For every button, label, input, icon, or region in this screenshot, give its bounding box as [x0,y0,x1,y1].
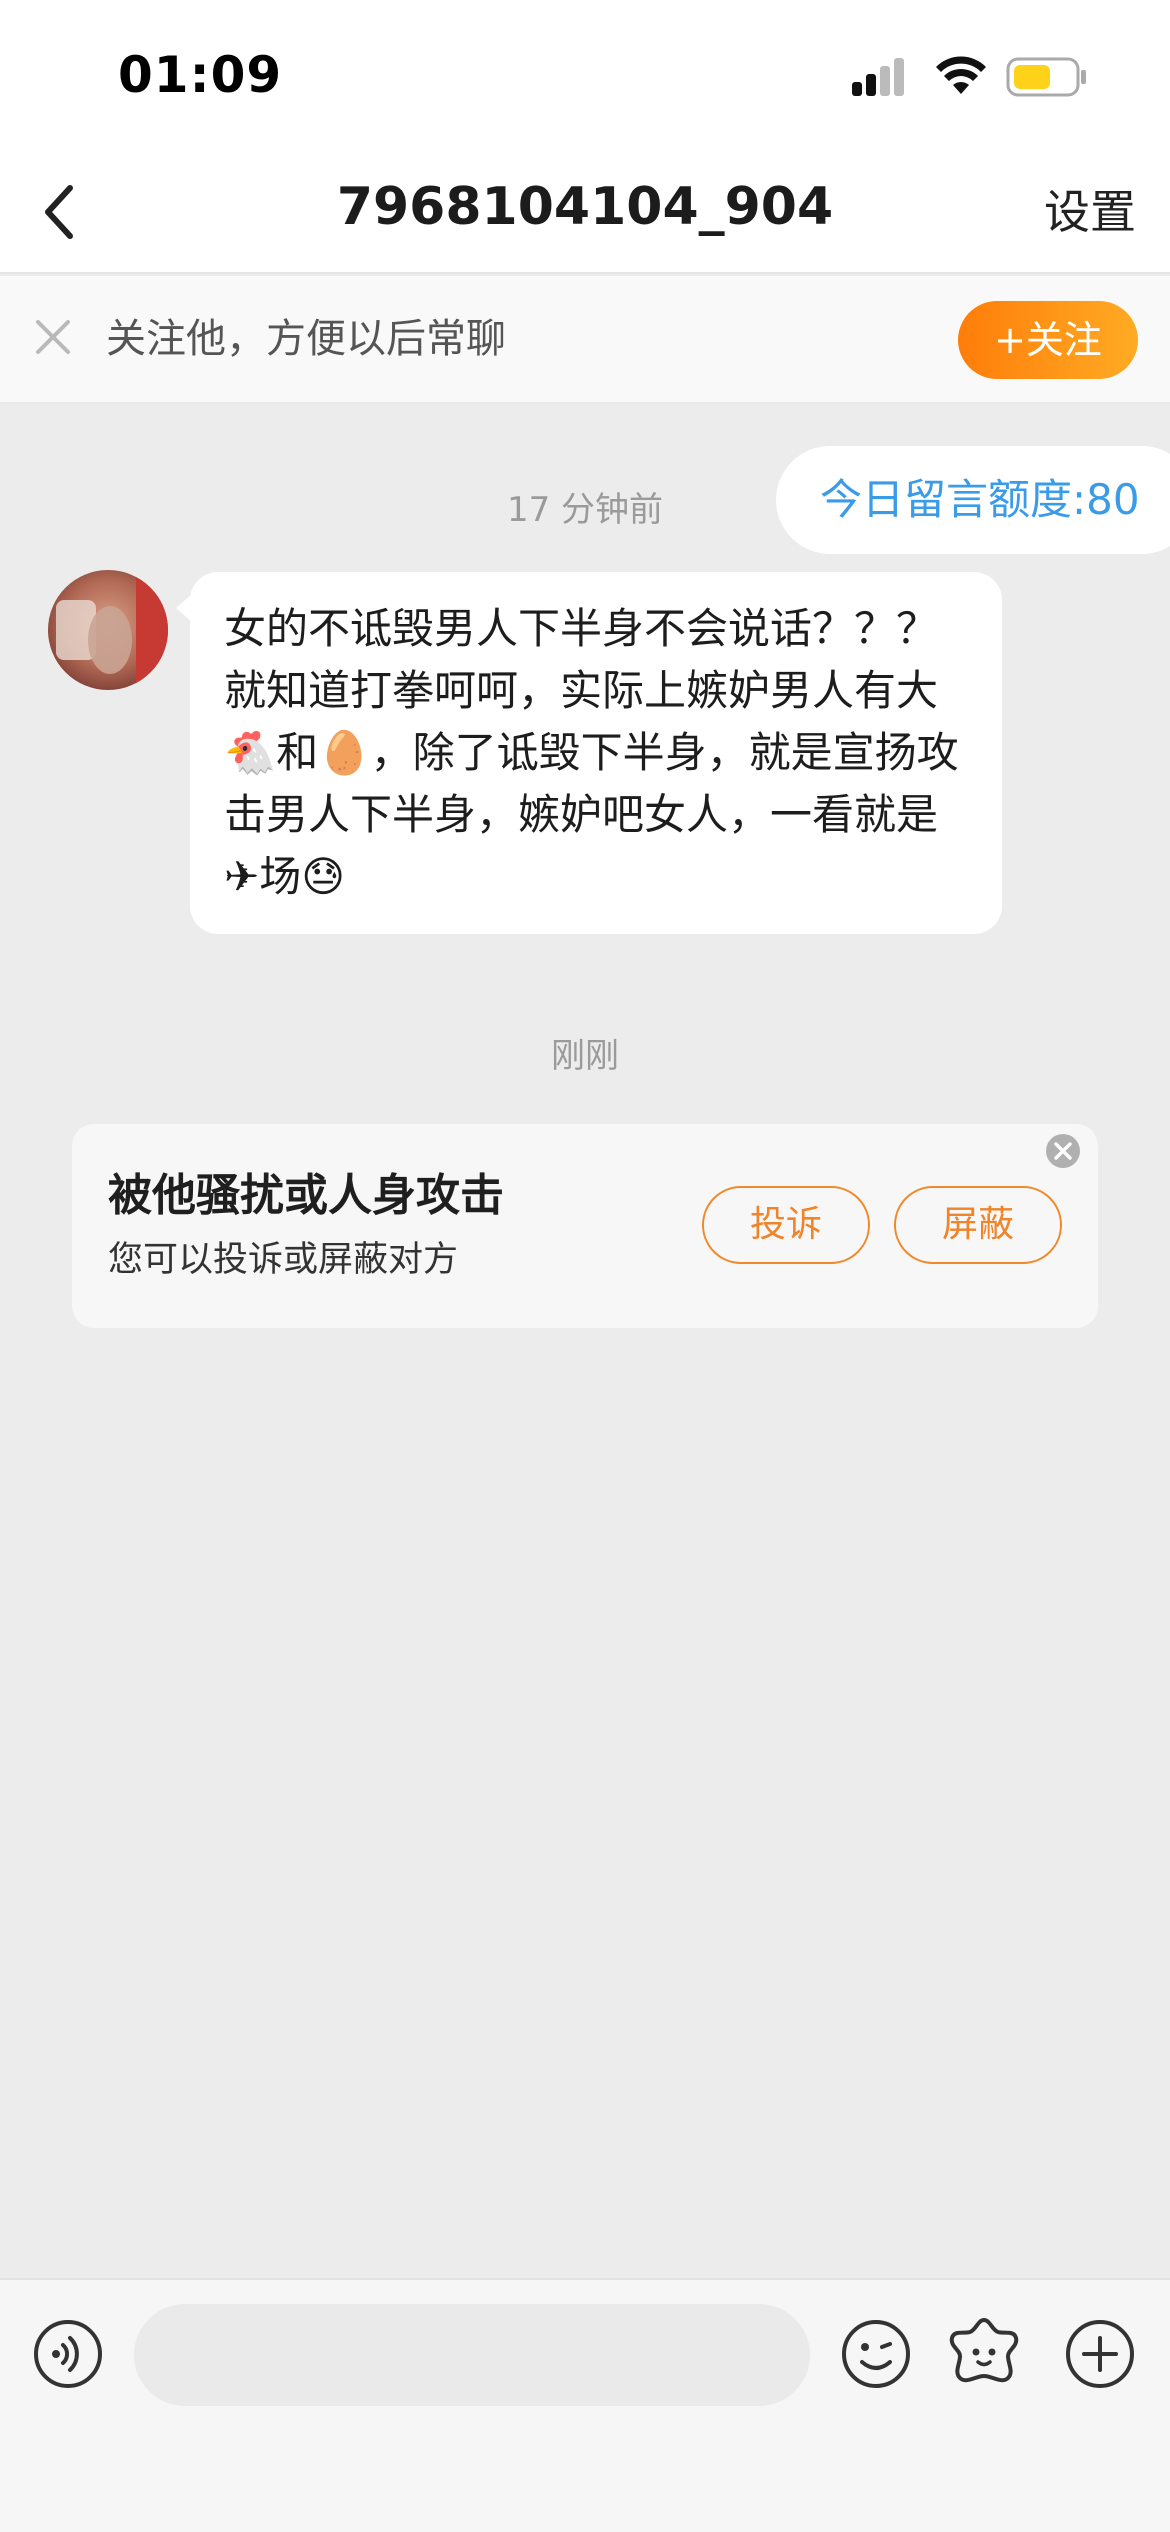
message-timestamp: 17 分钟前 [506,490,664,530]
report-button[interactable]: 投诉 [702,1186,870,1264]
follow-banner: 关注他，方便以后常聊 +关注 [0,276,1170,404]
battery-low-power-icon [1006,57,1086,97]
status-time: 01:09 [118,46,283,104]
received-message-bubble[interactable]: 女的不诋毁男人下半身不会说话？？？ 就知道打拳呵呵，实际上嫉妒男人有大🐔和🥚，除… [176,572,1002,934]
harassment-report-card: 被他骚扰或人身攻击 您可以投诉或屏蔽对方 投诉 屏蔽 [72,1124,1098,1328]
message-timestamp: 刚刚 [551,1036,619,1076]
follow-banner-text: 关注他，方便以后常聊 [106,316,506,362]
message-text: 女的不诋毁男人下半身不会说话？？？ 就知道打拳呵呵，实际上嫉妒男人有大🐔和🥚，除… [224,604,959,901]
avatar[interactable] [48,570,168,690]
chevron-left-icon [45,185,73,239]
page-title: 7968104104_904 [336,177,834,237]
message-input[interactable] [134,2304,810,2406]
close-icon[interactable] [1044,1132,1082,1170]
report-card-title: 被他骚扰或人身攻击 [108,1170,504,1221]
plus-icon[interactable] [1064,2318,1136,2390]
close-icon[interactable] [30,314,76,360]
status-bar: 01:09 [0,0,1170,150]
voice-icon[interactable] [32,2318,104,2390]
back-button[interactable] [22,174,94,250]
sticker-icon[interactable] [946,2314,1022,2390]
report-card-subtitle: 您可以投诉或屏蔽对方 [108,1240,459,1280]
nav-bar: 7968104104_904 设置 [0,150,1170,274]
avatar-image [48,570,168,690]
settings-button[interactable]: 设置 [1044,180,1136,244]
follow-button[interactable]: +关注 [958,301,1138,379]
wifi-icon [936,56,986,94]
cellular-signal-icon [852,58,904,96]
message-input-bar [0,2278,1170,2532]
block-button[interactable]: 屏蔽 [894,1186,1062,1264]
emoji-icon[interactable] [840,2318,912,2390]
